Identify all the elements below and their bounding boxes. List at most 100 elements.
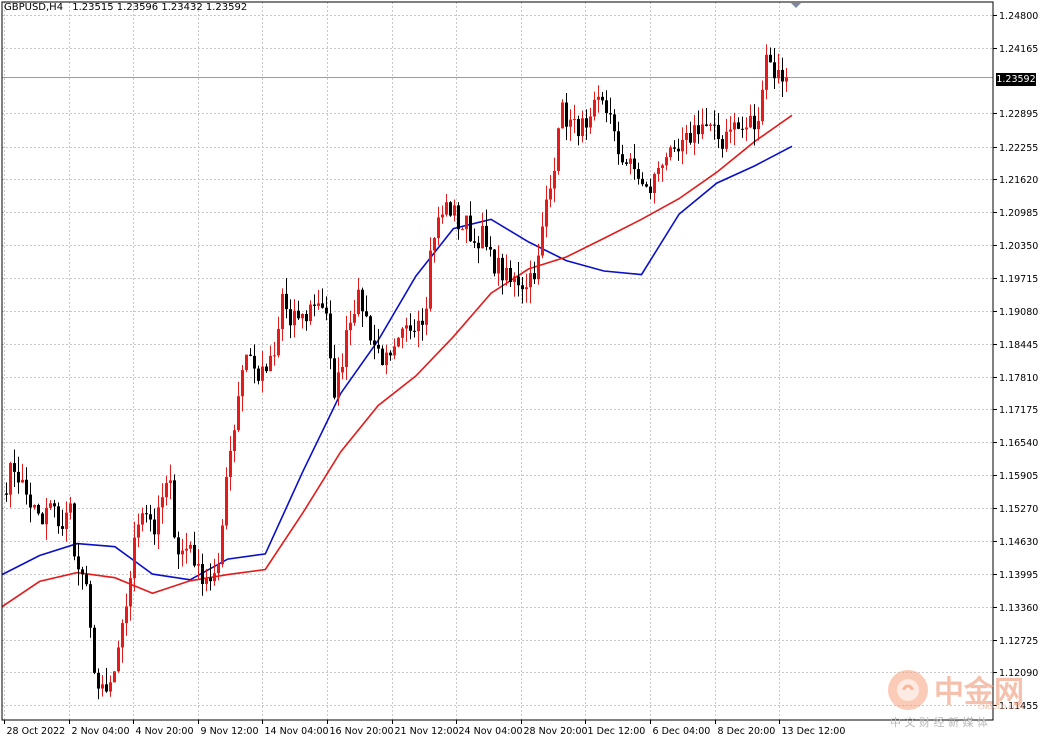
- candle: [545, 185, 548, 238]
- grid: [2, 2, 993, 720]
- candle: [65, 501, 68, 542]
- chart-title: GBPUSD,H4 1.23515 1.23596 1.23432 1.2359…: [4, 2, 247, 13]
- candle: [465, 215, 468, 243]
- candle-body: [433, 238, 436, 251]
- candle-body: [73, 503, 76, 557]
- candle: [513, 272, 516, 297]
- candle-body: [625, 162, 628, 164]
- candle: [701, 108, 704, 139]
- candle: [557, 127, 560, 175]
- candle-body: [525, 287, 528, 290]
- candle: [133, 521, 136, 592]
- y-tick-label: 1.13995: [999, 570, 1038, 581]
- x-tick-label: 13 Dec 12:00: [782, 726, 846, 737]
- candle: [689, 121, 692, 145]
- candle: [489, 236, 492, 257]
- candle-body: [353, 314, 356, 323]
- candle-body: [773, 62, 776, 79]
- candle-body: [169, 480, 172, 484]
- candle: [553, 157, 556, 203]
- candle-body: [221, 525, 224, 565]
- candle: [165, 475, 168, 506]
- candle-body: [341, 366, 344, 373]
- candle: [541, 212, 544, 259]
- x-tick-label: 9 Nov 12:00: [201, 726, 259, 737]
- candle-body: [681, 139, 684, 152]
- watermark-domain: CNGOLD.COM: [978, 703, 1024, 711]
- candle: [685, 124, 688, 155]
- candle: [673, 140, 676, 153]
- candle: [425, 296, 428, 335]
- candle: [25, 467, 28, 505]
- candle-body: [605, 100, 608, 114]
- candle-body: [621, 154, 624, 163]
- candle: [769, 47, 772, 63]
- candle-body: [485, 225, 488, 247]
- candle: [757, 107, 760, 141]
- candle: [753, 104, 756, 146]
- candle-body: [201, 564, 204, 584]
- candle-body: [113, 671, 116, 683]
- candle: [5, 482, 8, 502]
- chart-root: 1.24800 1.24165 1.22895 1.22255 1.21620 1.209…: [0, 0, 1043, 741]
- candle-body: [369, 316, 372, 341]
- candle: [457, 202, 460, 240]
- scroll-marker-icon: [791, 3, 801, 8]
- candle: [257, 365, 260, 385]
- candle-body: [189, 544, 192, 549]
- candle: [737, 117, 740, 130]
- candle: [749, 104, 752, 129]
- candle: [289, 299, 292, 339]
- candle-body: [65, 512, 68, 529]
- candle: [765, 44, 768, 100]
- ma-slow-line: [1, 114, 793, 608]
- candle: [81, 566, 84, 590]
- candle-body: [777, 69, 780, 79]
- candle: [409, 313, 412, 340]
- candle-body: [417, 320, 420, 332]
- candle: [693, 114, 696, 155]
- candle-body: [5, 493, 8, 495]
- candle: [617, 121, 620, 165]
- candle: [21, 463, 24, 483]
- candle: [77, 543, 80, 586]
- candle-body: [181, 550, 184, 555]
- candle-body: [497, 257, 500, 274]
- candle: [433, 236, 436, 263]
- candle-body: [729, 129, 732, 132]
- candle-body: [677, 148, 680, 152]
- candle: [485, 209, 488, 251]
- candle: [493, 249, 496, 277]
- candle-body: [541, 226, 544, 256]
- candle: [137, 513, 140, 548]
- candle-body: [529, 273, 532, 288]
- candle: [657, 161, 660, 182]
- x-tick-label: 21 Nov 12:00: [395, 726, 459, 737]
- candle-body: [657, 167, 660, 175]
- candle: [265, 363, 268, 374]
- candle: [745, 117, 748, 141]
- candle-body: [613, 114, 616, 132]
- price-chart[interactable]: 1.24800 1.24165 1.22895 1.22255 1.21620 1.209…: [0, 0, 1043, 741]
- x-tick-label: 14 Nov 04:00: [265, 726, 329, 737]
- candle-body: [633, 158, 636, 170]
- candle: [37, 503, 40, 516]
- candle-body: [361, 289, 364, 312]
- candle-body: [409, 325, 412, 331]
- candle-body: [481, 225, 484, 249]
- candle: [57, 502, 60, 534]
- candle-body: [365, 311, 368, 317]
- candle-body: [785, 77, 788, 82]
- candle: [9, 461, 12, 508]
- candle-body: [61, 526, 64, 529]
- candle-body: [549, 188, 552, 200]
- candle: [317, 289, 320, 310]
- candle-body: [273, 355, 276, 357]
- candle-body: [289, 309, 292, 326]
- candle-body: [565, 102, 568, 127]
- candle-body: [41, 513, 44, 525]
- candle-body: [209, 577, 212, 582]
- candle: [369, 314, 372, 345]
- candle: [461, 227, 464, 231]
- candle-body: [333, 358, 336, 398]
